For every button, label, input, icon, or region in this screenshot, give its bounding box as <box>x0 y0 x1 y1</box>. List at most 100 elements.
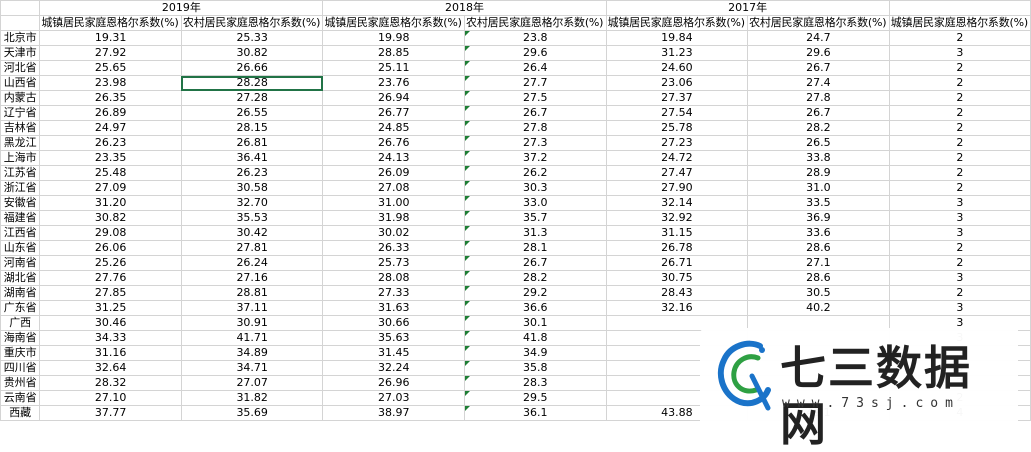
value-cell-rural-2018[interactable]: 28.2 <box>464 270 607 286</box>
province-cell[interactable]: 西藏 <box>0 405 41 421</box>
value-cell-partial[interactable]: 3 <box>888 300 1031 316</box>
value-cell-rural-2017[interactable]: 33.8 <box>747 150 890 166</box>
province-cell[interactable]: 上海市 <box>0 150 41 166</box>
value-cell-rural-2017[interactable]: 33.5 <box>747 195 890 211</box>
value-cell-urban-2019[interactable]: 30.82 <box>39 210 182 226</box>
value-cell-partial[interactable]: 2 <box>888 30 1031 46</box>
province-cell[interactable]: 江西省 <box>0 225 41 241</box>
value-cell-urban-2018[interactable]: 32.24 <box>322 360 466 376</box>
value-cell-rural-2019[interactable]: 34.89 <box>180 345 324 361</box>
province-cell[interactable]: 湖北省 <box>0 270 41 286</box>
value-cell-rural-2017[interactable]: 30.5 <box>747 285 890 301</box>
value-cell-partial[interactable]: 2 <box>888 90 1031 106</box>
province-cell[interactable]: 安徽省 <box>0 195 41 211</box>
value-cell-rural-2019[interactable]: 30.42 <box>180 225 324 241</box>
value-cell-rural-2019[interactable]: 37.11 <box>180 300 324 316</box>
value-cell-urban-2017[interactable]: 23.06 <box>605 75 749 91</box>
header-rural-2017[interactable]: 农村居民家庭恩格尔系数(%) <box>747 15 890 31</box>
value-cell-rural-2019[interactable]: 25.33 <box>180 30 324 46</box>
value-cell-urban-2019[interactable]: 26.89 <box>39 105 182 121</box>
header-rural-2018[interactable]: 农村居民家庭恩格尔系数(%) <box>464 15 607 31</box>
header-urban-2019[interactable]: 城镇居民家庭恩格尔系数(%) <box>39 15 182 31</box>
value-cell-urban-2018[interactable]: 23.76 <box>322 75 466 91</box>
value-cell-rural-2019[interactable]: 31.82 <box>180 390 324 406</box>
value-cell-rural-2017[interactable]: 29.6 <box>747 45 890 61</box>
value-cell-rural-2018[interactable]: 29.2 <box>464 285 607 301</box>
value-cell-rural-2018[interactable]: 28.3 <box>464 375 607 391</box>
province-cell[interactable]: 福建省 <box>0 210 41 226</box>
value-cell-urban-2017[interactable]: 27.90 <box>605 180 749 196</box>
value-cell-urban-2019[interactable]: 26.06 <box>39 240 182 256</box>
value-cell-urban-2019[interactable]: 25.65 <box>39 60 182 76</box>
value-cell-urban-2019[interactable]: 26.35 <box>39 90 182 106</box>
value-cell-rural-2017[interactable]: 28.2 <box>747 120 890 136</box>
value-cell-urban-2018[interactable]: 31.00 <box>322 195 466 211</box>
value-cell-urban-2019[interactable]: 27.85 <box>39 285 182 301</box>
value-cell-urban-2018[interactable]: 27.08 <box>322 180 466 196</box>
value-cell-rural-2018[interactable]: 26.7 <box>464 255 607 271</box>
value-cell-urban-2018[interactable]: 26.09 <box>322 165 466 181</box>
value-cell-rural-2019[interactable]: 34.71 <box>180 360 324 376</box>
province-cell[interactable]: 江苏省 <box>0 165 41 181</box>
value-cell-partial[interactable]: 2 <box>888 60 1031 76</box>
value-cell-rural-2019[interactable]: 35.69 <box>180 405 324 421</box>
value-cell-urban-2017[interactable]: 24.60 <box>605 60 749 76</box>
province-cell[interactable]: 黑龙江 <box>0 135 41 151</box>
value-cell-urban-2018[interactable]: 28.85 <box>322 45 466 61</box>
value-cell-urban-2019[interactable]: 29.08 <box>39 225 182 241</box>
value-cell-rural-2017[interactable]: 31.0 <box>747 180 890 196</box>
value-cell-rural-2019[interactable]: 36.41 <box>180 150 324 166</box>
province-cell[interactable]: 天津市 <box>0 45 41 61</box>
value-cell-urban-2019[interactable]: 27.92 <box>39 45 182 61</box>
value-cell-rural-2019[interactable]: 41.71 <box>180 330 324 346</box>
year-header-2017[interactable]: 2017年 <box>605 0 890 16</box>
value-cell-partial[interactable]: 2 <box>888 240 1031 256</box>
value-cell-urban-2018[interactable]: 26.33 <box>322 240 466 256</box>
value-cell-urban-2018[interactable]: 31.98 <box>322 210 466 226</box>
value-cell-urban-2019[interactable]: 31.20 <box>39 195 182 211</box>
value-cell-urban-2019[interactable]: 31.25 <box>39 300 182 316</box>
value-cell-rural-2017[interactable]: 27.4 <box>747 75 890 91</box>
province-cell[interactable]: 山东省 <box>0 240 41 256</box>
value-cell-rural-2019[interactable]: 27.81 <box>180 240 324 256</box>
value-cell-urban-2017[interactable]: 25.78 <box>605 120 749 136</box>
value-cell-urban-2017[interactable]: 24.72 <box>605 150 749 166</box>
value-cell-rural-2018[interactable]: 35.7 <box>464 210 607 226</box>
blank-header-cell[interactable] <box>0 15 41 31</box>
value-cell-rural-2019[interactable]: 27.16 <box>180 270 324 286</box>
value-cell-rural-2019[interactable]: 26.55 <box>180 105 324 121</box>
value-cell-urban-2018[interactable]: 26.96 <box>322 375 466 391</box>
value-cell-partial[interactable]: 3 <box>888 225 1031 241</box>
province-cell[interactable]: 四川省 <box>0 360 41 376</box>
value-cell-rural-2018[interactable]: 36.6 <box>464 300 607 316</box>
province-cell[interactable]: 北京市 <box>0 30 41 46</box>
value-cell-urban-2018[interactable]: 28.08 <box>322 270 466 286</box>
value-cell-rural-2019[interactable]: 35.53 <box>180 210 324 226</box>
value-cell-urban-2019[interactable]: 34.33 <box>39 330 182 346</box>
value-cell-urban-2019[interactable]: 31.16 <box>39 345 182 361</box>
value-cell-rural-2019[interactable]: 27.07 <box>180 375 324 391</box>
value-cell-urban-2019[interactable]: 32.64 <box>39 360 182 376</box>
value-cell-urban-2019[interactable]: 19.31 <box>39 30 182 46</box>
value-cell-rural-2018[interactable]: 36.1 <box>464 405 607 421</box>
province-cell[interactable]: 河北省 <box>0 60 41 76</box>
value-cell-rural-2017[interactable]: 28.6 <box>747 270 890 286</box>
value-cell-urban-2019[interactable]: 27.10 <box>39 390 182 406</box>
value-cell-rural-2019[interactable]: 30.91 <box>180 315 324 331</box>
value-cell-rural-2019[interactable]: 26.23 <box>180 165 324 181</box>
value-cell-rural-2019[interactable]: 26.81 <box>180 135 324 151</box>
value-cell-urban-2018[interactable]: 31.63 <box>322 300 466 316</box>
value-cell-urban-2017[interactable]: 30.75 <box>605 270 749 286</box>
value-cell-partial[interactable]: 2 <box>888 255 1031 271</box>
value-cell-urban-2017[interactable]: 32.16 <box>605 300 749 316</box>
value-cell-rural-2017[interactable]: 28.9 <box>747 165 890 181</box>
province-cell[interactable]: 河南省 <box>0 255 41 271</box>
value-cell-rural-2018[interactable]: 37.2 <box>464 150 607 166</box>
value-cell-urban-2018[interactable]: 25.73 <box>322 255 466 271</box>
value-cell-rural-2017[interactable]: 28.6 <box>747 240 890 256</box>
value-cell-rural-2018[interactable]: 27.8 <box>464 120 607 136</box>
value-cell-rural-2017[interactable]: 26.7 <box>747 60 890 76</box>
value-cell-rural-2018[interactable]: 29.5 <box>464 390 607 406</box>
value-cell-urban-2017[interactable]: 28.43 <box>605 285 749 301</box>
province-cell[interactable]: 云南省 <box>0 390 41 406</box>
